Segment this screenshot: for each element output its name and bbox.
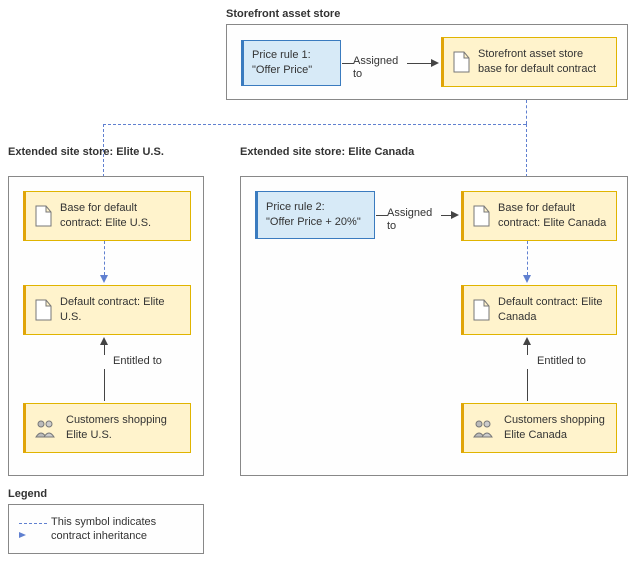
us-base-contract: Base for default contract: Elite U.S. xyxy=(23,191,191,241)
inheritance-arrow-icon xyxy=(523,275,531,283)
customers-icon xyxy=(472,418,496,438)
us-customers: Customers shopping Elite U.S. xyxy=(23,403,191,453)
document-icon xyxy=(472,205,490,227)
canada-entitled-label: Entitled to xyxy=(537,355,586,368)
asset-store-box: Price rule 1: "Offer Price" Assigned to … xyxy=(226,24,628,100)
canada-base-contract: Base for default contract: Elite Canada xyxy=(461,191,617,241)
canada-customers-text: Customers shopping Elite Canada xyxy=(504,413,608,443)
legend-text: This symbol indicates contract inheritan… xyxy=(51,515,193,544)
us-default-contract: Default contract: Elite U.S. xyxy=(23,285,191,335)
inheritance-line xyxy=(103,124,526,125)
us-customers-text: Customers shopping Elite U.S. xyxy=(66,413,182,443)
canada-assigned-label: Assigned to xyxy=(387,207,441,233)
canada-base-contract-text: Base for default contract: Elite Canada xyxy=(498,201,608,231)
asset-base-contract: Storefront asset store base for default … xyxy=(441,37,617,87)
canada-default-contract-text: Default contract: Elite Canada xyxy=(498,295,608,325)
inheritance-line xyxy=(526,124,527,182)
document-icon xyxy=(34,299,52,321)
diagram-canvas: Storefront asset store Price rule 1: "Of… xyxy=(8,8,634,564)
price-rule-1-text: Price rule 1: "Offer Price" xyxy=(252,48,332,78)
us-store-title: Extended site store: Elite U.S. xyxy=(8,146,168,158)
canada-store-title: Extended site store: Elite Canada xyxy=(240,146,420,158)
canada-customers: Customers shopping Elite Canada xyxy=(461,403,617,453)
us-default-contract-text: Default contract: Elite U.S. xyxy=(60,295,182,325)
asset-store-title: Storefront asset store xyxy=(226,8,340,20)
price-rule-2-text: Price rule 2: "Offer Price + 20%" xyxy=(266,200,366,230)
document-icon xyxy=(472,299,490,321)
canada-store-box: Price rule 2: "Offer Price + 20%" Assign… xyxy=(240,176,628,476)
canada-assigned-arrow xyxy=(451,211,459,219)
price-rule-1: Price rule 1: "Offer Price" xyxy=(241,40,341,86)
legend-symbol xyxy=(19,517,51,541)
inheritance-line xyxy=(526,100,527,124)
legend-box: This symbol indicates contract inheritan… xyxy=(8,504,204,554)
us-entitled-arrow xyxy=(100,337,108,345)
asset-base-contract-text: Storefront asset store base for default … xyxy=(478,47,608,77)
asset-assigned-arrow xyxy=(431,59,439,67)
canada-entitled-arrow xyxy=(523,337,531,345)
us-entitled-label: Entitled to xyxy=(113,355,162,368)
legend-title: Legend xyxy=(8,488,47,500)
customers-icon xyxy=(34,418,58,438)
inheritance-line xyxy=(527,241,528,275)
document-icon xyxy=(34,205,52,227)
price-rule-2: Price rule 2: "Offer Price + 20%" xyxy=(255,191,375,239)
document-icon xyxy=(452,51,470,73)
us-base-contract-text: Base for default contract: Elite U.S. xyxy=(60,201,182,231)
canada-default-contract: Default contract: Elite Canada xyxy=(461,285,617,335)
asset-assigned-label: Assigned to xyxy=(353,55,407,81)
us-store-box: Base for default contract: Elite U.S. De… xyxy=(8,176,204,476)
inheritance-line xyxy=(104,241,105,275)
inheritance-arrow-icon xyxy=(100,275,108,283)
